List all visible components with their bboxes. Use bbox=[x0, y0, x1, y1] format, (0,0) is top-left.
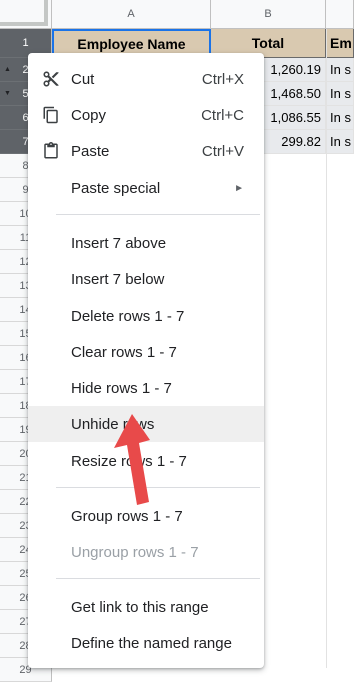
cell-status[interactable]: In s bbox=[326, 82, 354, 106]
menu-item-delete-rows[interactable]: Delete rows 1 - 7 bbox=[28, 298, 264, 334]
menu-item-label: Insert 7 below bbox=[71, 270, 165, 288]
collapse-arrow-icon[interactable]: ▲ bbox=[4, 66, 11, 73]
scissors-icon bbox=[41, 69, 61, 89]
menu-item-label: Get link to this range bbox=[71, 598, 209, 616]
menu-item-paste[interactable]: Paste Ctrl+V bbox=[28, 133, 264, 169]
menu-item-label: Group rows 1 - 7 bbox=[71, 507, 183, 525]
cell-status[interactable]: In s bbox=[326, 130, 354, 154]
menu-item-insert-below[interactable]: Insert 7 below bbox=[28, 261, 264, 297]
select-all-corner[interactable] bbox=[0, 0, 52, 29]
menu-item-label: Paste bbox=[71, 142, 110, 160]
column-header-c[interactable] bbox=[326, 0, 354, 29]
menu-item-label: Delete rows 1 - 7 bbox=[71, 307, 185, 325]
menu-item-label: Cut bbox=[71, 70, 95, 88]
menu-item-label: Define the named range bbox=[71, 634, 232, 652]
menu-item-label: Insert 7 above bbox=[71, 234, 167, 252]
menu-item-get-link[interactable]: Get link to this range bbox=[28, 589, 264, 625]
cell-c1[interactable]: Em bbox=[326, 29, 354, 58]
menu-item-label: Copy bbox=[71, 106, 107, 124]
cell-status[interactable]: In s bbox=[326, 106, 354, 130]
column-header-b[interactable]: B bbox=[211, 0, 326, 29]
menu-item-label: Hide rows 1 - 7 bbox=[71, 379, 172, 397]
submenu-arrow-icon: ► bbox=[234, 182, 244, 194]
menu-item-label: Clear rows 1 - 7 bbox=[71, 343, 177, 361]
copy-icon bbox=[41, 105, 61, 125]
shortcut-label: Ctrl+X bbox=[201, 70, 244, 88]
menu-item-cut[interactable]: Cut Ctrl+X bbox=[28, 61, 264, 97]
grid-line bbox=[326, 29, 327, 668]
menu-item-clear-rows[interactable]: Clear rows 1 - 7 bbox=[28, 334, 264, 370]
column-header-a[interactable]: A bbox=[52, 0, 211, 29]
menu-item-copy[interactable]: Copy Ctrl+C bbox=[28, 97, 264, 133]
menu-item-ungroup-rows: Ungroup rows 1 - 7 bbox=[28, 534, 264, 570]
menu-divider bbox=[56, 487, 260, 488]
menu-divider bbox=[56, 578, 260, 579]
menu-item-label: Ungroup rows 1 - 7 bbox=[71, 543, 199, 561]
red-pointer-arrow-icon bbox=[114, 414, 150, 505]
menu-item-label: Paste special bbox=[71, 179, 161, 197]
context-menu: Cut Ctrl+X Copy Ctrl+C Paste Ctrl+V Past… bbox=[28, 53, 264, 668]
clipboard-icon bbox=[41, 141, 61, 161]
menu-item-paste-special[interactable]: Paste special ► bbox=[28, 170, 264, 206]
menu-divider bbox=[56, 214, 260, 215]
menu-item-hide-rows[interactable]: Hide rows 1 - 7 bbox=[28, 370, 264, 406]
menu-item-insert-above[interactable]: Insert 7 above bbox=[28, 225, 264, 261]
cell-status[interactable]: In s bbox=[326, 58, 354, 82]
menu-item-define-named-range[interactable]: Define the named range bbox=[28, 625, 264, 661]
shortcut-label: Ctrl+V bbox=[201, 142, 244, 160]
shortcut-label: Ctrl+C bbox=[201, 106, 244, 124]
expand-arrow-icon[interactable]: ▼ bbox=[4, 90, 11, 97]
